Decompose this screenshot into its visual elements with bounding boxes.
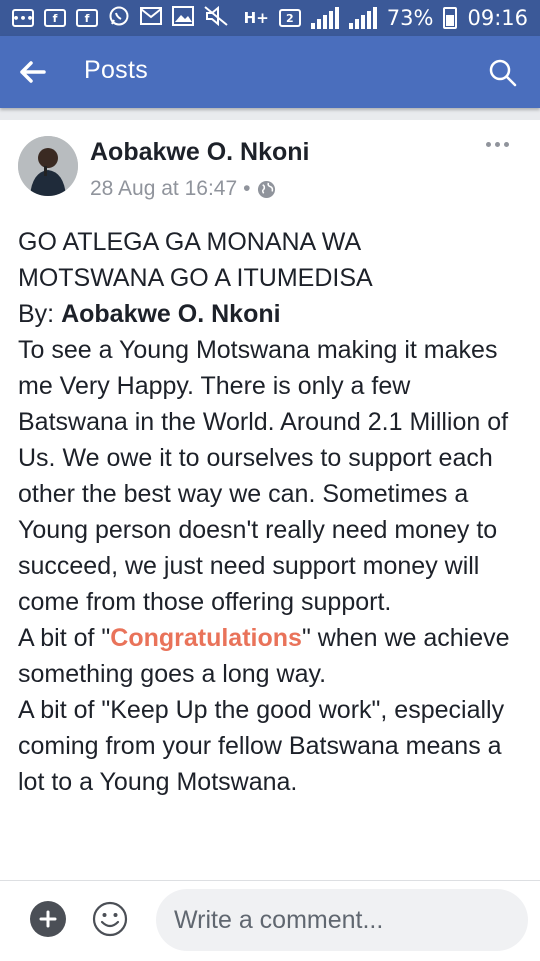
emoji-icon[interactable]	[92, 901, 128, 937]
post-card: Aobakwe O. Nkoni 28 Aug at 16:47 • GO AT…	[0, 120, 540, 880]
whatsapp-icon	[108, 5, 130, 31]
author-name[interactable]: Aobakwe O. Nkoni	[90, 138, 309, 167]
mute-icon	[204, 5, 228, 30]
para-text: A bit of "	[18, 624, 111, 652]
facebook-icon: f	[44, 9, 66, 27]
highlighted-word: Congratulations	[110, 624, 302, 652]
post-meta: 28 Aug at 16:47 •	[90, 177, 276, 201]
signal-icon	[310, 7, 339, 29]
more-options-icon[interactable]	[486, 138, 514, 150]
comment-bar	[0, 880, 540, 961]
paragraph: A bit of "Keep Up the good work", especi…	[18, 696, 505, 796]
paragraph: To see a Young Motswana making it makes …	[18, 336, 509, 616]
gallery-icon	[172, 6, 194, 30]
globe-icon	[257, 180, 276, 199]
add-attachment-icon[interactable]	[30, 901, 66, 937]
app-bar: Posts	[0, 36, 540, 108]
sim-icon: 2	[278, 9, 301, 27]
facebook-icon: f	[76, 9, 98, 27]
byline-label: By:	[18, 300, 62, 328]
notification-icons: ••• f f	[12, 5, 228, 31]
mail-icon	[140, 7, 162, 29]
search-icon[interactable]	[488, 58, 518, 88]
page-title: Posts	[84, 56, 149, 84]
meta-separator: •	[243, 177, 251, 200]
byline-name[interactable]: Aobakwe O. Nkoni	[61, 300, 280, 328]
battery-percent: 73%	[386, 6, 434, 30]
post-date[interactable]: 28 Aug at 16:47	[90, 177, 237, 201]
comment-input[interactable]	[156, 889, 528, 951]
messenger-icon: •••	[12, 9, 34, 27]
back-arrow-icon[interactable]	[18, 36, 70, 108]
post-heading-line1: GO ATLEGA GA MONANA WA	[18, 228, 362, 256]
network-type: H+	[243, 9, 269, 27]
post-heading-line2: MOTSWANA GO A ITUMEDISA	[18, 264, 373, 292]
signal-icon-sim2	[348, 7, 377, 29]
battery-icon	[443, 7, 458, 29]
post-text: GO ATLEGA GA MONANA WA MOTSWANA GO A ITU…	[18, 224, 523, 800]
avatar[interactable]	[18, 136, 78, 196]
paragraph: A bit of "Congratulations" when we achie…	[18, 620, 523, 692]
system-indicators: H+ 2 73% 09:16	[244, 6, 528, 30]
clock: 09:16	[467, 6, 528, 30]
byline: By: Aobakwe O. Nkoni	[18, 296, 523, 332]
status-bar: ••• f f H+ 2 73% 09:16	[0, 0, 540, 36]
